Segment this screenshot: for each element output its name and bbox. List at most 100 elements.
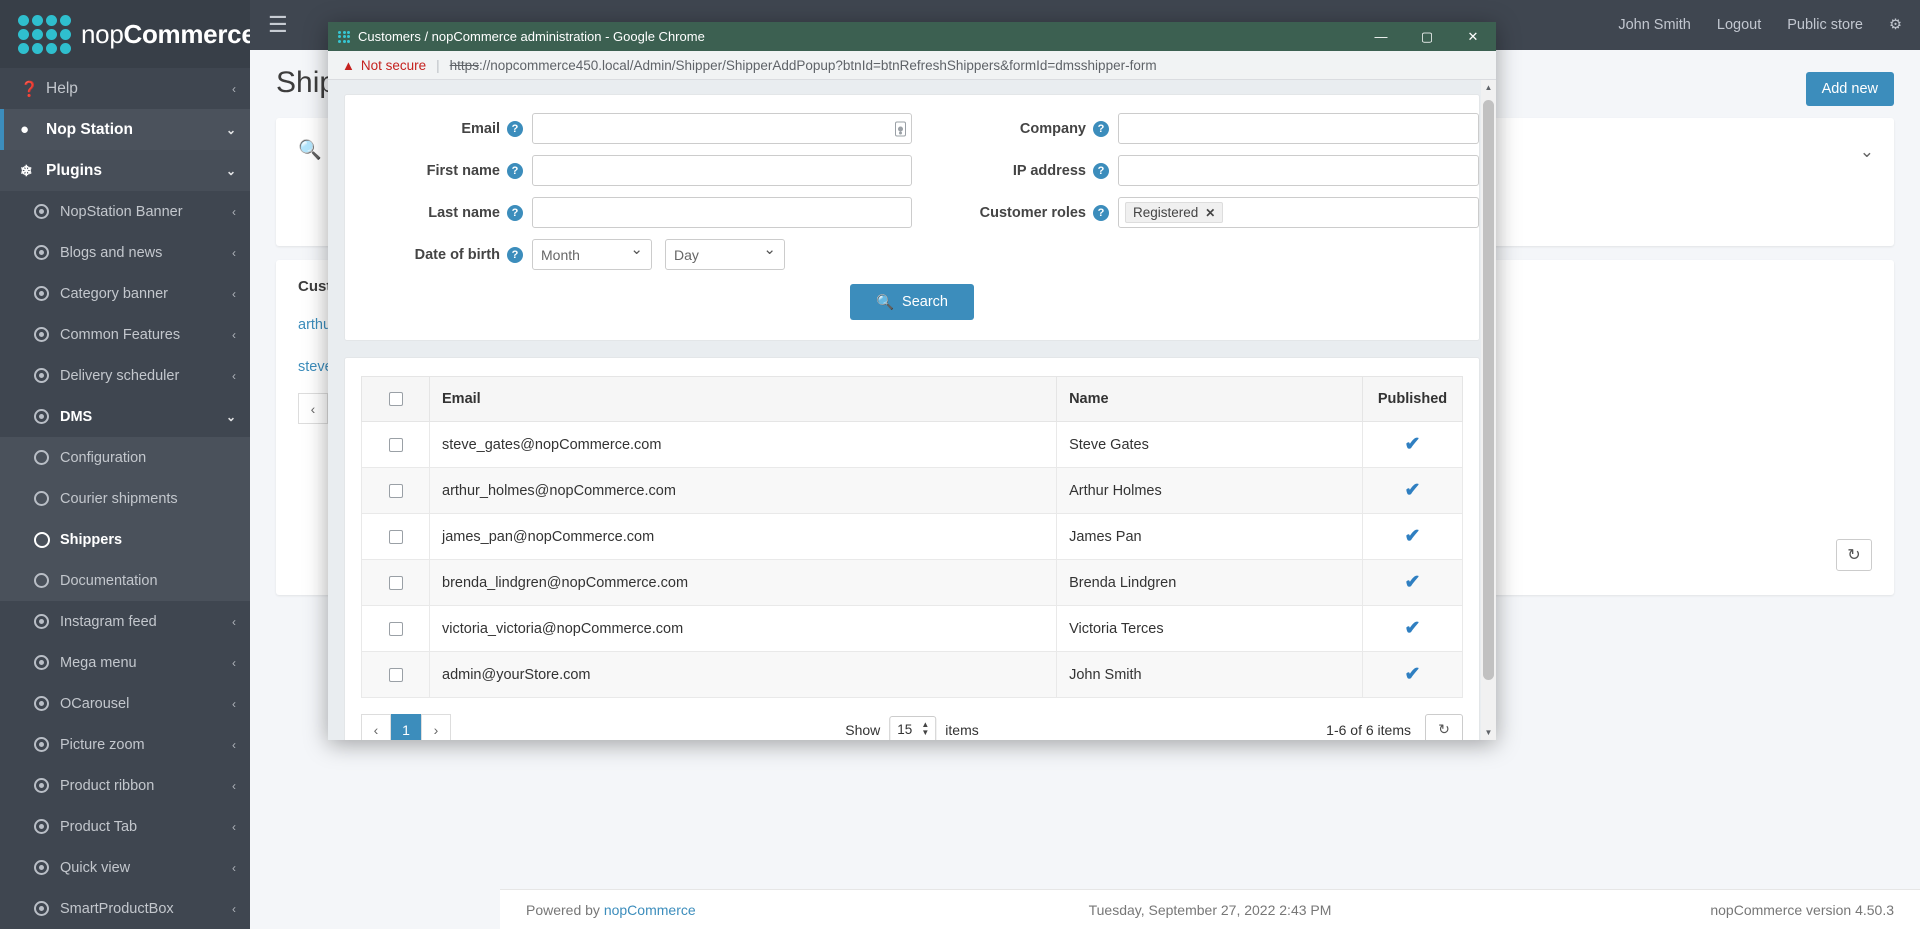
chevron-down-icon[interactable]: ⌄ <box>1860 142 1874 162</box>
sidebar-item-ocarousel[interactable]: OCarousel ‹ <box>0 683 250 724</box>
sidebar-item-blogs-and-news[interactable]: Blogs and news ‹ <box>0 232 250 273</box>
th-published[interactable]: Published <box>1362 376 1463 422</box>
pager-prev-button[interactable]: ‹ <box>298 393 328 424</box>
sidebar-item-quick-view[interactable]: Quick view ‹ <box>0 847 250 888</box>
grid-pager-next[interactable]: › <box>421 714 451 740</box>
cell-email: arthur_holmes@nopCommerce.com <box>428 467 1058 514</box>
last-name-input[interactable] <box>532 197 912 228</box>
not-secure-label[interactable]: Not secure <box>361 58 426 73</box>
topbar-user[interactable]: John Smith <box>1618 17 1691 33</box>
footer-version: nopCommerce version 4.50.3 <box>1710 901 1894 918</box>
window-titlebar[interactable]: Customers / nopCommerce administration -… <box>328 22 1496 51</box>
minimize-button[interactable]: — <box>1358 22 1404 51</box>
th-email[interactable]: Email <box>428 376 1058 422</box>
table-row[interactable]: arthur_holmes@nopCommerce.com Arthur Holm… <box>361 467 1463 514</box>
brand-logo[interactable]: nopCommerce <box>0 0 250 68</box>
vertical-scrollbar[interactable]: ▲ ▼ <box>1481 80 1496 740</box>
row-select-cell <box>361 421 430 468</box>
sidebar-item-instagram-feed[interactable]: Instagram feed ‹ <box>0 601 250 642</box>
first-name-input[interactable] <box>532 155 912 186</box>
footer-nopcommerce-link[interactable]: nopCommerce <box>604 902 696 918</box>
sidebar-item-label: Blogs and news <box>60 244 163 261</box>
sidebar-item-nopstation-banner[interactable]: NopStation Banner ‹ <box>0 191 250 232</box>
logout-link[interactable]: Logout <box>1717 17 1761 33</box>
scrollbar-thumb[interactable] <box>1483 100 1494 680</box>
grid-refresh-button[interactable]: ↻ <box>1425 714 1463 740</box>
sidebar-item-common-features[interactable]: Common Features ‹ <box>0 314 250 355</box>
customers-grid-card: Email Name Published steve_gates@nopComm… <box>344 357 1480 740</box>
sidebar-item-delivery-scheduler[interactable]: Delivery scheduler ‹ <box>0 355 250 396</box>
sidebar-item-dms[interactable]: DMS ⌄ <box>0 396 250 437</box>
sidebar-item-product-tab[interactable]: Product Tab ‹ <box>0 806 250 847</box>
email-input[interactable] <box>532 113 912 144</box>
remove-tag-icon[interactable]: ✕ <box>1205 206 1215 220</box>
scroll-down-arrow-icon[interactable]: ▼ <box>1481 725 1496 740</box>
customer-roles-label: Customer roles ? <box>912 204 1118 221</box>
radio-dot-icon <box>34 901 60 916</box>
select-all-checkbox[interactable] <box>388 392 403 407</box>
company-input[interactable] <box>1118 113 1479 144</box>
search-button[interactable]: 🔍 Search <box>850 284 974 320</box>
autofill-contact-icon[interactable] <box>895 121 906 136</box>
ip-address-label-text: IP address <box>1012 162 1086 179</box>
customers-table-head: Email Name Published <box>361 376 1463 422</box>
row-checkbox[interactable] <box>388 437 403 452</box>
table-row[interactable]: brenda_lindgren@nopCommerce.com Brenda Li… <box>361 559 1463 606</box>
cell-published: ✔ <box>1362 467 1463 514</box>
sidebar-item-configuration[interactable]: Configuration <box>0 437 250 478</box>
help-icon[interactable]: ? <box>507 204 523 221</box>
customer-roles-tagbox[interactable]: Registered ✕ <box>1118 197 1479 228</box>
add-new-button[interactable]: Add new <box>1805 72 1894 106</box>
help-icon[interactable]: ? <box>1093 162 1109 179</box>
row-checkbox[interactable] <box>388 529 403 544</box>
sidebar-item-plugins[interactable]: ❄ Plugins ⌄ <box>0 150 250 191</box>
sidebar-item-product-ribbon[interactable]: Product ribbon ‹ <box>0 765 250 806</box>
row-checkbox[interactable] <box>388 575 403 590</box>
cell-name: Brenda Lindgren <box>1056 559 1363 606</box>
public-store-link[interactable]: Public store <box>1787 17 1863 33</box>
footer-powered-by: Powered by nopCommerce <box>526 902 696 918</box>
help-icon[interactable]: ? <box>507 246 523 263</box>
row-checkbox[interactable] <box>388 621 403 636</box>
grid-pager-page-1[interactable]: 1 <box>391 714 421 740</box>
help-icon[interactable]: ? <box>507 120 523 137</box>
ip-address-input[interactable] <box>1118 155 1479 186</box>
help-icon[interactable]: ? <box>1093 120 1109 137</box>
table-row[interactable]: steve_gates@nopCommerce.com Steve Gates ✔ <box>361 421 1463 468</box>
omnibox[interactable]: ▲ Not secure | https://nopcommerce450.lo… <box>328 51 1496 80</box>
sidebar-item-help[interactable]: ❓ Help ‹ <box>0 68 250 109</box>
scroll-up-arrow-icon[interactable]: ▲ <box>1481 80 1496 95</box>
row-checkbox[interactable] <box>388 483 403 498</box>
table-row[interactable]: victoria_victoria@nopCommerce.com Victori… <box>361 605 1463 652</box>
maximize-button[interactable]: ▢ <box>1404 22 1450 51</box>
row-checkbox[interactable] <box>388 667 403 682</box>
dob-month-select[interactable]: Month <box>532 239 652 270</box>
hamburger-menu-icon[interactable]: ☰ <box>268 12 288 38</box>
gear-icon[interactable]: ⚙ <box>1889 17 1902 33</box>
th-name[interactable]: Name <box>1056 376 1363 422</box>
sidebar-item-picture-zoom[interactable]: Picture zoom ‹ <box>0 724 250 765</box>
table-row[interactable]: james_pan@nopCommerce.com James Pan ✔ <box>361 513 1463 560</box>
url-text[interactable]: https://nopcommerce450.local/Admin/Shipp… <box>450 58 1157 73</box>
table-row[interactable]: admin@yourStore.com John Smith ✔ <box>361 651 1463 698</box>
sidebar-item-documentation[interactable]: Documentation <box>0 560 250 601</box>
close-button[interactable]: ✕ <box>1450 22 1496 51</box>
popup-body: Email ? Company ? First name ? IP addres… <box>328 80 1496 740</box>
sidebar-item-courier-shipments[interactable]: Courier shipments <box>0 478 250 519</box>
dob-day-select[interactable]: Day <box>665 239 785 270</box>
page-size-select[interactable]: 15 <box>889 715 937 740</box>
sidebar-item-shippers[interactable]: Shippers <box>0 519 250 560</box>
sidebar-item-nop-station[interactable]: ● Nop Station ⌄ <box>0 109 250 150</box>
last-name-label-text: Last name <box>428 204 500 221</box>
dob-field-group: Date of birth ? Month Day <box>345 239 912 270</box>
sidebar-item-smartproductbox[interactable]: SmartProductBox ‹ <box>0 888 250 929</box>
help-icon[interactable]: ? <box>507 162 523 179</box>
chevron-icon: ‹ <box>232 81 236 96</box>
sidebar-item-mega-menu[interactable]: Mega menu ‹ <box>0 642 250 683</box>
sidebar-item-category-banner[interactable]: Category banner ‹ <box>0 273 250 314</box>
grid-pager-prev[interactable]: ‹ <box>361 714 391 740</box>
brand-text: nopCommerce <box>81 19 250 50</box>
customer-filter-card: Email ? Company ? First name ? IP addres… <box>344 94 1480 341</box>
help-icon[interactable]: ? <box>1093 204 1109 221</box>
grid-refresh-button[interactable]: ↻ <box>1836 539 1872 571</box>
